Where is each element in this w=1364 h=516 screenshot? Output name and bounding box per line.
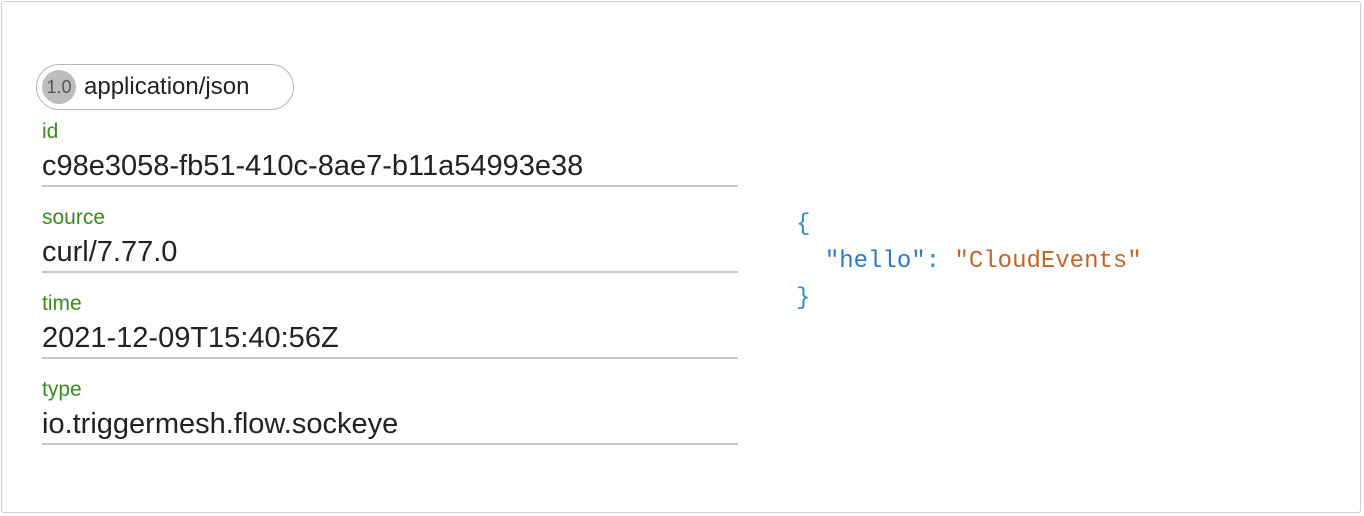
field-label: type bbox=[42, 378, 82, 401]
field-value: 2021-12-09T15:40:56Z bbox=[42, 322, 339, 354]
field-source: source curl/7.77.0 bbox=[42, 204, 738, 290]
json-close-brace: } bbox=[796, 285, 811, 312]
field-value: io.triggermesh.flow.sockeye bbox=[42, 408, 399, 440]
json-value: "CloudEvents" bbox=[954, 248, 1142, 275]
field-id: id c98e3058-fb51-410c-8ae7-b11a54993e38 bbox=[42, 118, 738, 204]
content-type-chip: 1.0 application/json bbox=[36, 64, 294, 110]
json-open-brace: { bbox=[796, 211, 811, 238]
field-label: id bbox=[42, 120, 59, 143]
field-underline bbox=[42, 185, 738, 187]
event-attributes: id c98e3058-fb51-410c-8ae7-b11a54993e38 … bbox=[42, 118, 738, 462]
spec-version-badge: 1.0 bbox=[42, 70, 76, 104]
field-time: time 2021-12-09T15:40:56Z bbox=[42, 290, 738, 376]
field-value: curl/7.77.0 bbox=[42, 236, 178, 268]
json-payload: { "hello": "CloudEvents" } bbox=[796, 206, 1142, 317]
json-colon: : bbox=[925, 248, 955, 275]
field-value: c98e3058-fb51-410c-8ae7-b11a54993e38 bbox=[42, 150, 584, 182]
field-underline bbox=[42, 443, 738, 445]
field-label: source bbox=[42, 206, 106, 229]
json-key: "hello" bbox=[824, 248, 926, 275]
field-label: time bbox=[42, 292, 82, 315]
field-type: type io.triggermesh.flow.sockeye bbox=[42, 376, 738, 462]
field-underline bbox=[42, 271, 738, 273]
content-type-label: application/json bbox=[84, 73, 250, 100]
field-underline bbox=[42, 357, 738, 359]
